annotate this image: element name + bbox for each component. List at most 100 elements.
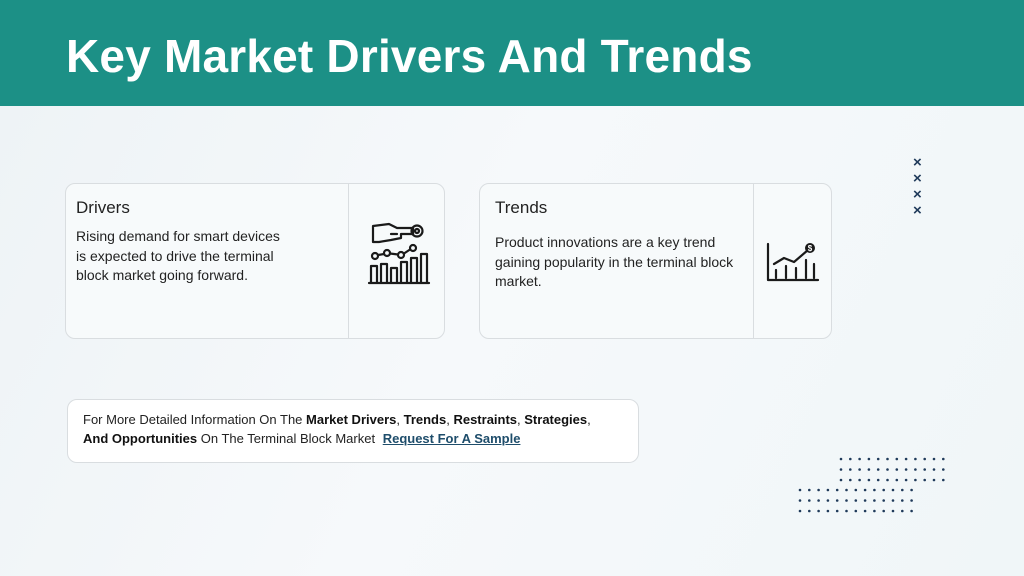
- decorative-dot: [826, 488, 830, 492]
- drivers-text-line: Rising demand for smart devices: [76, 228, 280, 244]
- decorative-dot: [839, 468, 843, 471]
- decorative-dot: [867, 478, 871, 482]
- drivers-title: Drivers: [76, 198, 130, 217]
- decorative-dot: [854, 499, 858, 502]
- decorative-dot: [873, 488, 876, 492]
- x-mark-icon: ×: [913, 186, 922, 203]
- decorative-dot: [845, 499, 848, 502]
- decorative-dot: [863, 488, 867, 492]
- decorative-dot: [876, 468, 880, 471]
- info-separator: ,: [587, 412, 591, 427]
- decorative-dot: [904, 468, 908, 471]
- trends-divider: [753, 184, 754, 338]
- decorative-dot: [904, 478, 908, 482]
- decorative-dot: [910, 509, 913, 513]
- decorative-dot: [886, 478, 889, 482]
- decorative-x-marks: × × × ×: [913, 155, 922, 219]
- decorative-dot: [901, 509, 904, 513]
- decorative-dot: [910, 488, 913, 492]
- decorative-dot: [854, 488, 858, 492]
- decorative-dot: [858, 478, 861, 482]
- info-market-drivers: Market Drivers: [306, 412, 397, 427]
- decorative-dot: [849, 478, 852, 482]
- info-box: For More Detailed Information On The Mar…: [67, 399, 639, 463]
- decorative-dot: [835, 488, 839, 492]
- info-trends: Trends: [403, 412, 447, 427]
- drivers-divider: [348, 184, 349, 338]
- decorative-dot: [876, 478, 880, 482]
- decorative-dot: [923, 478, 926, 482]
- decorative-dot: [914, 468, 917, 471]
- decorative-dot: [886, 457, 889, 461]
- decorative-dot: [835, 509, 839, 513]
- hand-gear-chart-icon: [367, 220, 431, 291]
- request-sample-link[interactable]: Request For A Sample: [383, 431, 521, 446]
- decorative-dot: [849, 457, 852, 461]
- info-separator: ,: [396, 412, 404, 427]
- decorative-dot: [932, 468, 936, 471]
- decorative-dot-grid: [839, 457, 945, 482]
- decorative-dot: [839, 457, 843, 461]
- info-suffix: On The Terminal Block Market: [197, 430, 379, 446]
- decorative-dot: [849, 468, 852, 471]
- drivers-text-line: block market going forward.: [76, 267, 248, 283]
- info-strategies: Strategies: [524, 412, 588, 427]
- decorative-dot: [891, 499, 895, 502]
- decorative-dot: [854, 509, 858, 513]
- x-mark-icon: ×: [913, 154, 922, 171]
- decorative-dot: [808, 509, 811, 513]
- decorative-dot: [808, 499, 811, 502]
- decorative-dot: [910, 499, 913, 502]
- decorative-dot: [932, 457, 936, 461]
- decorative-dot: [845, 509, 848, 513]
- x-mark-icon: ×: [913, 170, 922, 187]
- decorative-dot: [914, 478, 917, 482]
- decorative-dot: [873, 509, 876, 513]
- header-bar: Key Market Drivers And Trends: [0, 0, 1024, 106]
- decorative-dot: [895, 478, 899, 482]
- decorative-dot: [891, 509, 895, 513]
- svg-text:$: $: [808, 244, 813, 253]
- info-and-opportunities: And Opportunities: [83, 430, 198, 446]
- decorative-dot: [895, 468, 899, 471]
- info-text: For More Detailed Information On The Mar…: [83, 411, 628, 448]
- decorative-dot: [942, 457, 945, 461]
- decorative-dot: [923, 457, 926, 461]
- drivers-text: Rising demand for smart devices is expec…: [76, 227, 346, 286]
- decorative-dot: [845, 488, 848, 492]
- decorative-dot: [867, 468, 871, 471]
- decorative-dot: [895, 457, 899, 461]
- trends-text-line: Product innovations are a key trend: [495, 234, 716, 250]
- decorative-dot: [798, 499, 802, 502]
- decorative-dot: [808, 488, 811, 492]
- decorative-dot: [904, 457, 908, 461]
- decorative-dot: [873, 499, 876, 502]
- decorative-dot: [886, 468, 889, 471]
- page-title: Key Market Drivers And Trends: [66, 30, 753, 82]
- decorative-dot: [914, 457, 917, 461]
- growth-chart-dollar-icon: $: [766, 242, 820, 289]
- decorative-dot: [826, 509, 830, 513]
- decorative-dot: [835, 499, 839, 502]
- decorative-dot: [863, 499, 867, 502]
- decorative-dot: [858, 457, 861, 461]
- decorative-dot: [942, 478, 945, 482]
- trends-text-line: gaining popularity in the terminal block: [495, 253, 734, 270]
- decorative-dot: [876, 457, 880, 461]
- decorative-dot: [839, 478, 843, 482]
- decorative-dot: [942, 468, 945, 471]
- trends-text-line: market.: [495, 273, 542, 289]
- decorative-dot: [882, 488, 885, 492]
- info-prefix: For More Detailed Information On The: [83, 412, 307, 427]
- decorative-dot: [901, 499, 904, 502]
- decorative-dot: [882, 499, 885, 502]
- trends-text: Product innovations are a key trend gain…: [495, 233, 757, 292]
- decorative-dot: [932, 478, 936, 482]
- decorative-dot: [867, 457, 871, 461]
- decorative-dot: [798, 488, 802, 492]
- trends-card: Trends Product innovations are a key tre…: [479, 183, 832, 339]
- decorative-dot: [882, 509, 885, 513]
- decorative-dot: [817, 499, 820, 502]
- decorative-dot: [798, 509, 802, 513]
- x-mark-icon: ×: [913, 202, 922, 219]
